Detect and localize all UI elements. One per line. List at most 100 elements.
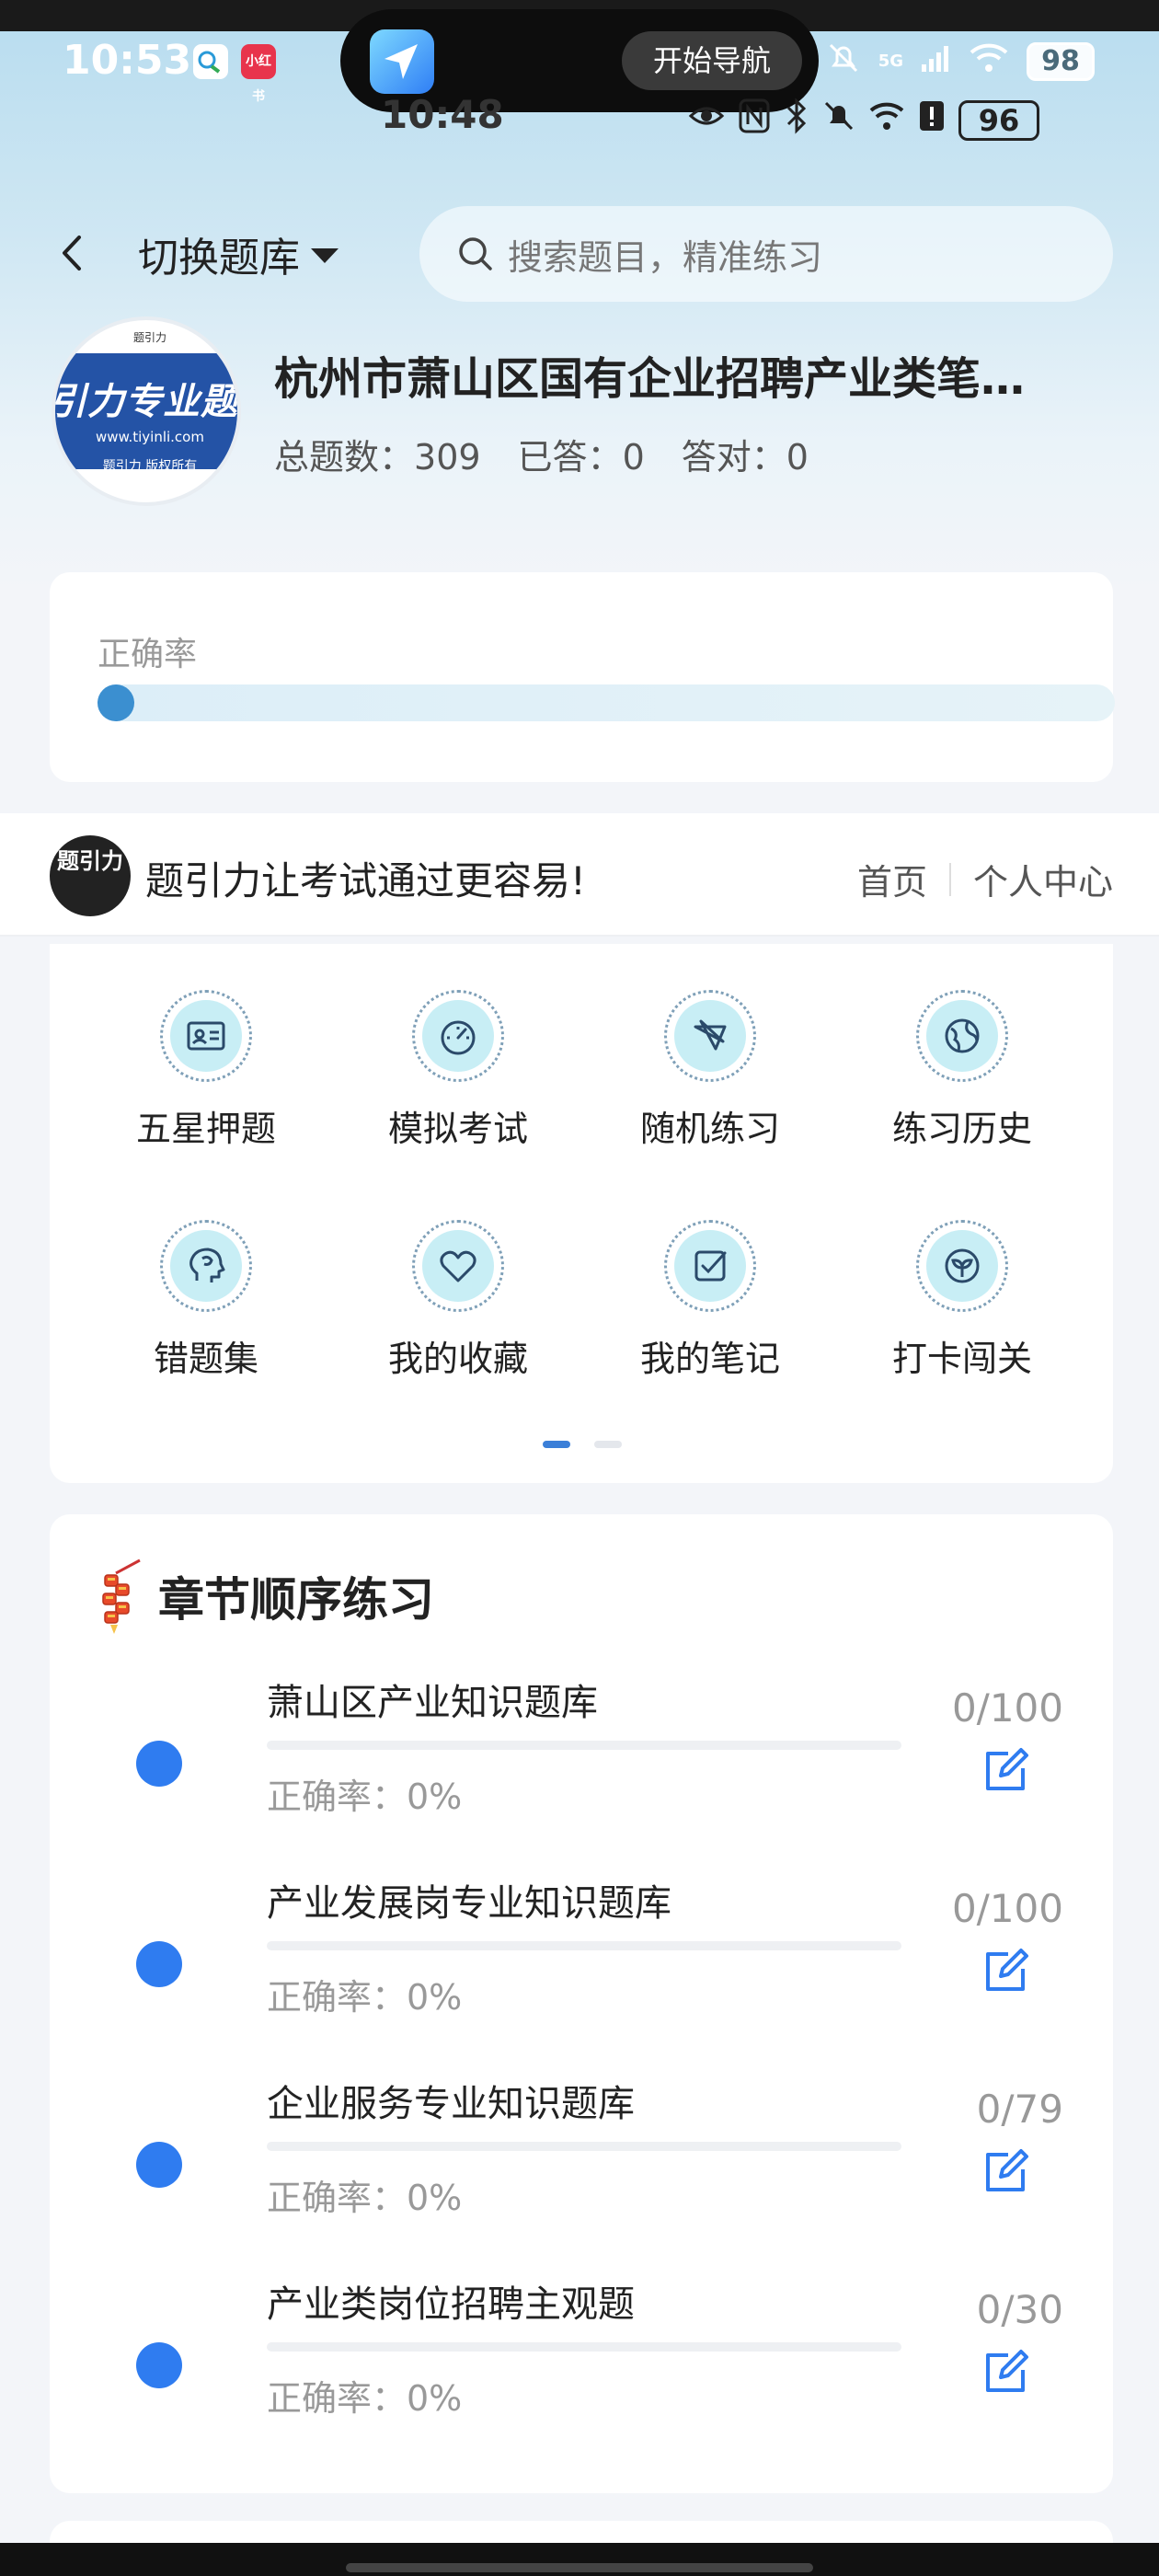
feature-checkin[interactable]: 打卡闯关 [861, 1220, 1063, 1404]
feature-icon-ring [664, 1220, 756, 1312]
feature-wrong-questions[interactable]: 错题集 [105, 1220, 307, 1404]
globe-icon [926, 1000, 998, 1072]
feature-icon-ring [916, 1220, 1008, 1312]
correct-label: 答对： [681, 437, 786, 477]
accuracy-progress-track [98, 684, 1115, 721]
chapter-progress-bar [267, 2142, 901, 2151]
chapter-name: 萧山区产业知识题库 [267, 1682, 598, 1724]
chapter-item[interactable]: 萧山区产业知识题库 正确率：0% 0/100 [50, 1673, 1113, 1873]
chapter-header: 章节顺序练习 [98, 1553, 434, 1639]
heart-icon [422, 1230, 494, 1302]
signal-icon [920, 42, 951, 82]
feature-notes[interactable]: 我的笔记 [609, 1220, 811, 1404]
chapter-dot [136, 2342, 182, 2388]
feature-icon-ring [412, 990, 504, 1082]
chapter-item[interactable]: 产业类岗位招聘主观题 正确率：0% 0/30 [50, 2274, 1113, 2475]
feature-icon-ring [160, 990, 252, 1082]
head-icon [170, 1230, 242, 1302]
note-check-icon [674, 1230, 746, 1302]
nfc-icon [738, 98, 771, 143]
navigation-app-icon [370, 29, 434, 94]
id-card-icon [170, 1000, 242, 1072]
search-icon [459, 237, 492, 270]
feature-five-star[interactable]: 五星押题 [105, 990, 307, 1174]
feature-grid: 五星押题 模拟考试 随机练习 练习历史 错题集 我的收藏 我的笔记 打卡闯关 [50, 944, 1113, 1483]
home-indicator[interactable] [346, 2563, 813, 2572]
gauge-icon [422, 1000, 494, 1072]
answered-value: 0 [622, 437, 645, 477]
logo-header-text: 题引力 [132, 331, 166, 344]
feature-practice-history[interactable]: 练习历史 [861, 990, 1063, 1174]
question-bank-title: 杭州市萧山区国有企业招聘产业类笔… [274, 353, 1026, 405]
caret-down-icon [311, 248, 339, 263]
chapter-accuracy: 正确率：0% [267, 2378, 463, 2419]
question-bank-stats: 总题数：309 已答：0 答对：0 [274, 429, 809, 479]
correct-count: 答对：0 [682, 429, 809, 479]
chapter-count: 0/100 [951, 1886, 1063, 1931]
correct-value: 0 [786, 437, 809, 477]
chapter-section-title: 章节顺序练习 [158, 1573, 434, 1627]
inner-mute-icon [822, 98, 855, 143]
chapter-name: 企业服务专业知识题库 [267, 2083, 635, 2125]
start-navigation-button[interactable]: 开始导航 [622, 31, 802, 90]
feature-icon-ring [412, 1220, 504, 1312]
bluetooth-icon [784, 98, 809, 143]
chapter-count: 0/100 [951, 1685, 1063, 1731]
network-type: 5G [878, 52, 903, 71]
total-label: 总题数： [274, 437, 415, 477]
search-input[interactable]: 搜索题目，精准练习 [419, 206, 1113, 302]
feature-favorites[interactable]: 我的收藏 [357, 1220, 559, 1404]
chapter-dot [136, 1741, 182, 1787]
xiaohongshu-icon: 小红书 [241, 44, 276, 104]
inner-battery-indicator: 96 [958, 99, 1039, 141]
logo-copyright: 题引力 版权所有 [102, 459, 198, 474]
app-header: 切换题库 搜索题目，精准练习 [0, 206, 1159, 302]
alert-icon [918, 98, 946, 143]
feature-icon-ring [664, 990, 756, 1082]
inner-status-icons: 96 [688, 98, 1039, 143]
switch-bank-button[interactable]: 切换题库 [138, 224, 339, 283]
total-value: 309 [414, 437, 481, 477]
nav-profile-link[interactable]: 个人中心 [973, 854, 1113, 904]
page-dot [594, 1441, 622, 1448]
edit-icon[interactable] [981, 1947, 1030, 1996]
chapter-progress-bar [267, 2342, 901, 2352]
grid-page-indicator [543, 1441, 622, 1448]
accuracy-label: 正确率 [98, 636, 198, 673]
chapter-name: 产业类岗位招聘主观题 [267, 2283, 635, 2326]
mute-bell-icon [825, 40, 862, 85]
chapter-count: 0/30 [976, 2287, 1063, 2332]
nav-divider [948, 862, 951, 896]
status-time: 10:53 [63, 37, 192, 84]
notification-app-icon [193, 44, 228, 79]
chapter-accuracy: 正确率：0% [267, 1777, 463, 1817]
feature-label: 随机练习 [639, 1109, 780, 1149]
back-arrow-icon[interactable] [52, 230, 98, 276]
chapter-practice-card: 章节顺序练习 萧山区产业知识题库 正确率：0% 0/100 产业发展岗专业知识题… [50, 1514, 1113, 2493]
answered-label: 已答： [517, 437, 623, 477]
chapter-item[interactable]: 企业服务专业知识题库 正确率：0% 0/79 [50, 2074, 1113, 2274]
chapter-progress-bar [267, 1741, 901, 1750]
chapter-count: 0/79 [976, 2087, 1063, 2132]
edit-icon[interactable] [981, 2348, 1030, 2398]
feature-label: 我的笔记 [639, 1339, 780, 1379]
edit-icon[interactable] [981, 2147, 1030, 2197]
chapter-item[interactable]: 产业发展岗专业知识题库 正确率：0% 0/100 [50, 1873, 1113, 2074]
search-placeholder: 搜索题目，精准练习 [508, 236, 823, 278]
chapter-progress-bar [267, 1941, 901, 1950]
accuracy-progress-thumb [98, 684, 134, 721]
nav-home-link[interactable]: 首页 [857, 854, 927, 904]
inner-status-bar: 10:48 96 [0, 92, 1159, 144]
feature-random-practice[interactable]: 随机练习 [609, 990, 811, 1174]
feature-label: 错题集 [153, 1339, 258, 1379]
feature-label: 打卡闯关 [891, 1339, 1032, 1379]
random-icon [674, 1000, 746, 1072]
chapter-accuracy: 正确率：0% [267, 2178, 463, 2218]
chapter-name: 产业发展岗专业知识题库 [267, 1882, 671, 1925]
feature-label: 模拟考试 [387, 1109, 528, 1149]
edit-icon[interactable] [981, 1746, 1030, 1796]
inner-status-time: 10:48 [381, 92, 504, 137]
feature-mock-exam[interactable]: 模拟考试 [357, 990, 559, 1174]
battery-indicator: 98 [1027, 42, 1095, 81]
question-bank-logo: 题引力 引力专业题 www.tiyinli.com 题引力 版权所有 [52, 316, 241, 506]
